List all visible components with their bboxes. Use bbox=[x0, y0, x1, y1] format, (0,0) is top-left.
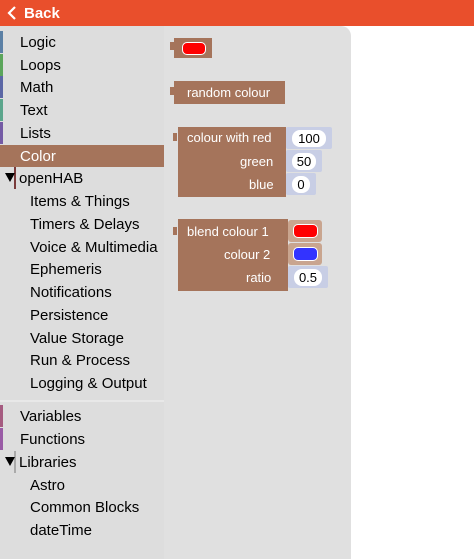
category-label: Libraries bbox=[19, 454, 77, 471]
block-label: blend colour 1 bbox=[187, 224, 269, 239]
category-color-stripe bbox=[0, 99, 3, 121]
blue-label: blue bbox=[249, 177, 274, 192]
subcategory-run-process[interactable]: Run & Process bbox=[0, 349, 164, 371]
category-logic[interactable]: Logic bbox=[0, 31, 164, 53]
category-color-stripe bbox=[0, 31, 3, 53]
colour-rgb-block[interactable]: colour with red green blue bbox=[173, 127, 286, 197]
category-label: openHAB bbox=[19, 170, 84, 187]
subcategory-persistence[interactable]: Persistence bbox=[0, 304, 164, 326]
category-math[interactable]: Math bbox=[0, 76, 164, 98]
subcategory-label: Voice & Multimedia bbox=[30, 239, 158, 256]
category-color[interactable]: Color bbox=[0, 145, 164, 167]
category-openhab[interactable]: openHAB bbox=[0, 167, 164, 189]
category-label: Math bbox=[20, 79, 54, 96]
category-text[interactable]: Text bbox=[0, 99, 164, 121]
expand-triangle-icon[interactable] bbox=[5, 457, 15, 466]
block-label: colour with red bbox=[187, 130, 272, 145]
blockly-editor: Back Logic Loops Math Text Lists Color o… bbox=[0, 0, 474, 559]
category-variables[interactable]: Variables bbox=[0, 405, 164, 427]
colour-picker-block[interactable] bbox=[170, 38, 212, 58]
toolbox-separator bbox=[0, 400, 164, 402]
category-color-stripe bbox=[0, 405, 3, 427]
subcategory-value-storage[interactable]: Value Storage bbox=[0, 327, 164, 349]
category-label: Loops bbox=[20, 57, 61, 74]
ratio-value-field[interactable]: 0.5 bbox=[294, 269, 322, 286]
category-color-stripe bbox=[0, 428, 3, 450]
subcategory-astro[interactable]: Astro bbox=[0, 474, 164, 496]
subcategory-label: Ephemeris bbox=[30, 261, 102, 278]
back-button[interactable]: Back bbox=[6, 0, 60, 26]
subcategory-datetime[interactable]: dateTime bbox=[0, 519, 164, 541]
subcategory-label: Persistence bbox=[30, 307, 109, 324]
category-color-stripe bbox=[0, 145, 3, 167]
category-label: Color bbox=[20, 148, 56, 165]
subcategory-label: Run & Process bbox=[30, 352, 131, 369]
category-functions[interactable]: Functions bbox=[0, 428, 164, 450]
blue-input-slot: 0 bbox=[286, 173, 316, 195]
subcategory-label: Items & Things bbox=[30, 193, 130, 210]
subcategory-ephemeris[interactable]: Ephemeris bbox=[0, 258, 164, 280]
output-connector bbox=[173, 133, 177, 141]
subcategory-timers-delays[interactable]: Timers & Delays bbox=[0, 213, 164, 235]
category-lists[interactable]: Lists bbox=[0, 122, 164, 144]
category-label: Functions bbox=[20, 431, 86, 448]
category-label: Lists bbox=[20, 125, 51, 142]
category-color-stripe bbox=[0, 76, 3, 98]
blend-colour-block[interactable]: blend colour 1 colour 2 ratio bbox=[173, 219, 288, 291]
blue-value-field[interactable]: 0 bbox=[292, 176, 310, 193]
category-loops[interactable]: Loops bbox=[0, 54, 164, 76]
subcategory-label: dateTime bbox=[30, 522, 92, 539]
top-bar: Back bbox=[0, 0, 474, 26]
toolbox-sidebar: Logic Loops Math Text Lists Color openHA… bbox=[0, 26, 164, 559]
colour2-input-slot bbox=[288, 243, 322, 265]
subcategory-notifications[interactable]: Notifications bbox=[0, 281, 164, 303]
subcategory-items-things[interactable]: Items & Things bbox=[0, 190, 164, 212]
output-connector bbox=[170, 87, 174, 95]
red-value-field[interactable]: 100 bbox=[292, 130, 326, 147]
colour1-input-slot bbox=[288, 220, 322, 242]
category-color-stripe bbox=[0, 122, 3, 144]
random-colour-block[interactable]: random colour bbox=[170, 81, 285, 104]
subcategory-logging-output[interactable]: Logging & Output bbox=[0, 372, 164, 394]
green-label: green bbox=[240, 154, 274, 169]
subcategory-label: Logging & Output bbox=[30, 375, 147, 392]
subcategory-label: Value Storage bbox=[30, 330, 124, 347]
category-label: Logic bbox=[20, 34, 56, 51]
green-input-slot: 50 bbox=[286, 150, 322, 172]
category-libraries[interactable]: Libraries bbox=[0, 451, 164, 473]
ratio-input-slot: 0.5 bbox=[288, 266, 328, 288]
colour2-swatch[interactable] bbox=[293, 247, 318, 261]
chevron-left-icon bbox=[7, 6, 16, 20]
subcategory-label: Astro bbox=[30, 477, 66, 494]
ratio-label: ratio bbox=[246, 270, 272, 285]
output-connector bbox=[173, 227, 177, 235]
block-label: random colour bbox=[187, 85, 271, 100]
subcategory-voice-multimedia[interactable]: Voice & Multimedia bbox=[0, 236, 164, 258]
subcategory-label: Notifications bbox=[30, 284, 112, 301]
block-flyout: random colour colour with red green blue… bbox=[164, 26, 351, 559]
red-input-slot: 100 bbox=[286, 127, 332, 149]
output-connector bbox=[170, 42, 174, 50]
category-color-stripe bbox=[0, 54, 3, 76]
category-label: Text bbox=[20, 102, 48, 119]
subcategory-label: Common Blocks bbox=[30, 499, 140, 516]
colour-swatch[interactable] bbox=[182, 42, 206, 55]
expand-triangle-icon[interactable] bbox=[5, 173, 15, 182]
colour2-label: colour 2 bbox=[224, 247, 271, 262]
category-label: Variables bbox=[20, 408, 82, 425]
colour1-swatch[interactable] bbox=[293, 224, 318, 238]
green-value-field[interactable]: 50 bbox=[292, 153, 316, 170]
subcategory-common-blocks[interactable]: Common Blocks bbox=[0, 496, 164, 518]
subcategory-label: Timers & Delays bbox=[30, 216, 140, 233]
back-label: Back bbox=[24, 4, 60, 22]
